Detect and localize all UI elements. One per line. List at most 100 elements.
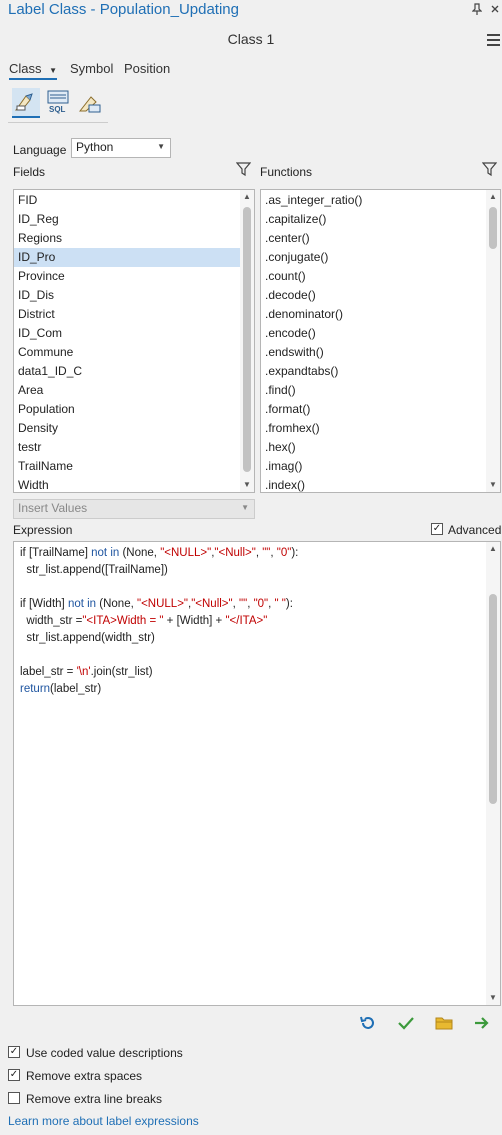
class-name[interactable]: Class 1 <box>0 31 502 47</box>
dropdown-arrow-icon: ▼ <box>49 66 58 75</box>
scroll-down-icon[interactable]: ▼ <box>486 991 500 1005</box>
tab-position[interactable]: Position <box>124 61 170 76</box>
field-item[interactable]: testr <box>14 438 240 457</box>
field-item[interactable]: Regions <box>14 229 240 248</box>
remove-line-breaks-checkbox[interactable] <box>8 1092 20 1104</box>
tab-class[interactable]: Class ▼ <box>9 61 58 80</box>
expression-editor[interactable]: if [TrailName] not in (None, "<NULL>","<… <box>13 541 501 1006</box>
editor-scrollbar[interactable]: ▲ ▼ <box>486 542 500 1005</box>
sql-query-icon[interactable]: SQL <box>44 88 72 116</box>
fields-header: Fields <box>13 165 46 179</box>
function-item[interactable]: .as_integer_ratio() <box>261 191 500 210</box>
field-item[interactable]: ID_Dis <box>14 286 240 305</box>
scroll-down-icon[interactable]: ▼ <box>486 478 500 492</box>
load-icon[interactable] <box>435 1015 453 1034</box>
functions-list[interactable]: .as_integer_ratio() .capitalize() .center(… <box>260 189 501 493</box>
remove-extra-spaces-checkbox[interactable]: ✓ <box>8 1069 20 1081</box>
pin-icon[interactable] <box>471 3 483 18</box>
code-token: "<Null>" <box>191 598 233 610</box>
function-item[interactable]: .count() <box>261 267 500 286</box>
use-coded-values-checkbox[interactable]: ✓ <box>8 1046 20 1058</box>
function-item[interactable]: .center() <box>261 229 500 248</box>
field-item[interactable]: Area <box>14 381 240 400</box>
fields-scrollbar[interactable]: ▲ ▼ <box>240 190 254 492</box>
functions-header: Functions <box>260 165 313 179</box>
code-token: "0" <box>253 598 269 610</box>
label-placement-icon[interactable] <box>76 88 104 116</box>
field-item[interactable]: ID_Pro <box>14 248 240 267</box>
field-item[interactable]: Province <box>14 267 240 286</box>
language-select[interactable]: Python ▼ <box>71 138 171 158</box>
chevron-down-icon: ▼ <box>241 503 249 512</box>
code-token: "</ITA>" <box>225 615 268 627</box>
field-item[interactable]: data1_ID_C <box>14 362 240 381</box>
scroll-thumb[interactable] <box>489 207 497 249</box>
field-item[interactable]: Width <box>14 476 240 492</box>
use-coded-values-label: Use coded value descriptions <box>26 1046 183 1060</box>
apply-icon[interactable] <box>473 1015 491 1034</box>
scroll-up-icon[interactable]: ▲ <box>240 190 254 204</box>
function-item[interactable]: .denominator() <box>261 305 500 324</box>
language-value: Python <box>76 140 114 154</box>
chevron-down-icon: ▼ <box>157 142 165 151</box>
scroll-thumb[interactable] <box>489 594 497 804</box>
field-item[interactable]: ID_Reg <box>14 210 240 229</box>
code-token: if [Width] <box>20 598 68 610</box>
code-token: not in <box>91 547 120 559</box>
menu-icon[interactable] <box>487 34 500 49</box>
scroll-down-icon[interactable]: ▼ <box>240 478 254 492</box>
code-token: return <box>20 683 51 695</box>
function-item[interactable]: .format() <box>261 400 500 419</box>
function-item[interactable]: .fromhex() <box>261 419 500 438</box>
learn-more-link[interactable]: Learn more about label expressions <box>8 1114 199 1128</box>
field-item[interactable]: ID_Com <box>14 324 240 343</box>
field-item[interactable]: Density <box>14 419 240 438</box>
code-token: "" <box>239 598 248 610</box>
field-item[interactable]: TrailName <box>14 457 240 476</box>
function-item[interactable]: .capitalize() <box>261 210 500 229</box>
function-item[interactable]: .decode() <box>261 286 500 305</box>
code-token: str_list.append([TrailName]) <box>20 564 168 576</box>
expression-icon[interactable] <box>12 88 40 118</box>
function-item[interactable]: .index() <box>261 476 500 492</box>
expression-label: Expression <box>13 523 73 537</box>
verify-icon[interactable] <box>397 1015 415 1034</box>
function-item[interactable]: .find() <box>261 381 500 400</box>
code-token: "<ITA>Width = " <box>82 615 164 627</box>
remove-extra-spaces-label: Remove extra spaces <box>26 1069 143 1083</box>
function-item[interactable]: .hex() <box>261 438 500 457</box>
function-item[interactable]: .endswith() <box>261 343 500 362</box>
reset-icon[interactable] <box>359 1015 377 1034</box>
scroll-up-icon[interactable]: ▲ <box>486 542 500 556</box>
scroll-thumb[interactable] <box>243 207 251 472</box>
code-token: if [TrailName] <box>20 547 92 559</box>
code-line: label_str = '\n'.join(str_list) <box>20 664 298 681</box>
code-token: .join(str_list) <box>90 666 153 678</box>
field-item[interactable]: Commune <box>14 343 240 362</box>
scroll-up-icon[interactable]: ▲ <box>486 190 500 204</box>
field-item[interactable]: District <box>14 305 240 324</box>
field-item[interactable]: Population <box>14 400 240 419</box>
code-token: "<Null>" <box>214 547 256 559</box>
advanced-label: Advanced <box>448 523 502 537</box>
language-label: Language <box>13 143 67 157</box>
close-icon[interactable] <box>490 3 500 17</box>
advanced-checkbox[interactable]: ✓ <box>431 523 443 535</box>
filter-icon[interactable] <box>481 162 498 180</box>
field-item[interactable]: FID <box>14 191 240 210</box>
function-item[interactable]: .expandtabs() <box>261 362 500 381</box>
insert-values-dropdown[interactable]: Insert Values ▼ <box>13 499 255 519</box>
function-item[interactable]: .conjugate() <box>261 248 500 267</box>
tab-symbol[interactable]: Symbol <box>70 61 113 76</box>
function-item[interactable]: .imag() <box>261 457 500 476</box>
filter-icon[interactable] <box>235 162 252 180</box>
code-token: not in <box>67 598 97 610</box>
code-line: str_list.append(width_str) <box>20 630 298 647</box>
code-token: (None, <box>96 598 137 610</box>
code-token: label_str = <box>20 666 77 678</box>
functions-scrollbar[interactable]: ▲ ▼ <box>486 190 500 492</box>
fields-list[interactable]: FID ID_Reg Regions ID_Pro Province ID_Dis Dist… <box>13 189 255 493</box>
code-token: "<NULL>" <box>160 547 212 559</box>
function-item[interactable]: .encode() <box>261 324 500 343</box>
